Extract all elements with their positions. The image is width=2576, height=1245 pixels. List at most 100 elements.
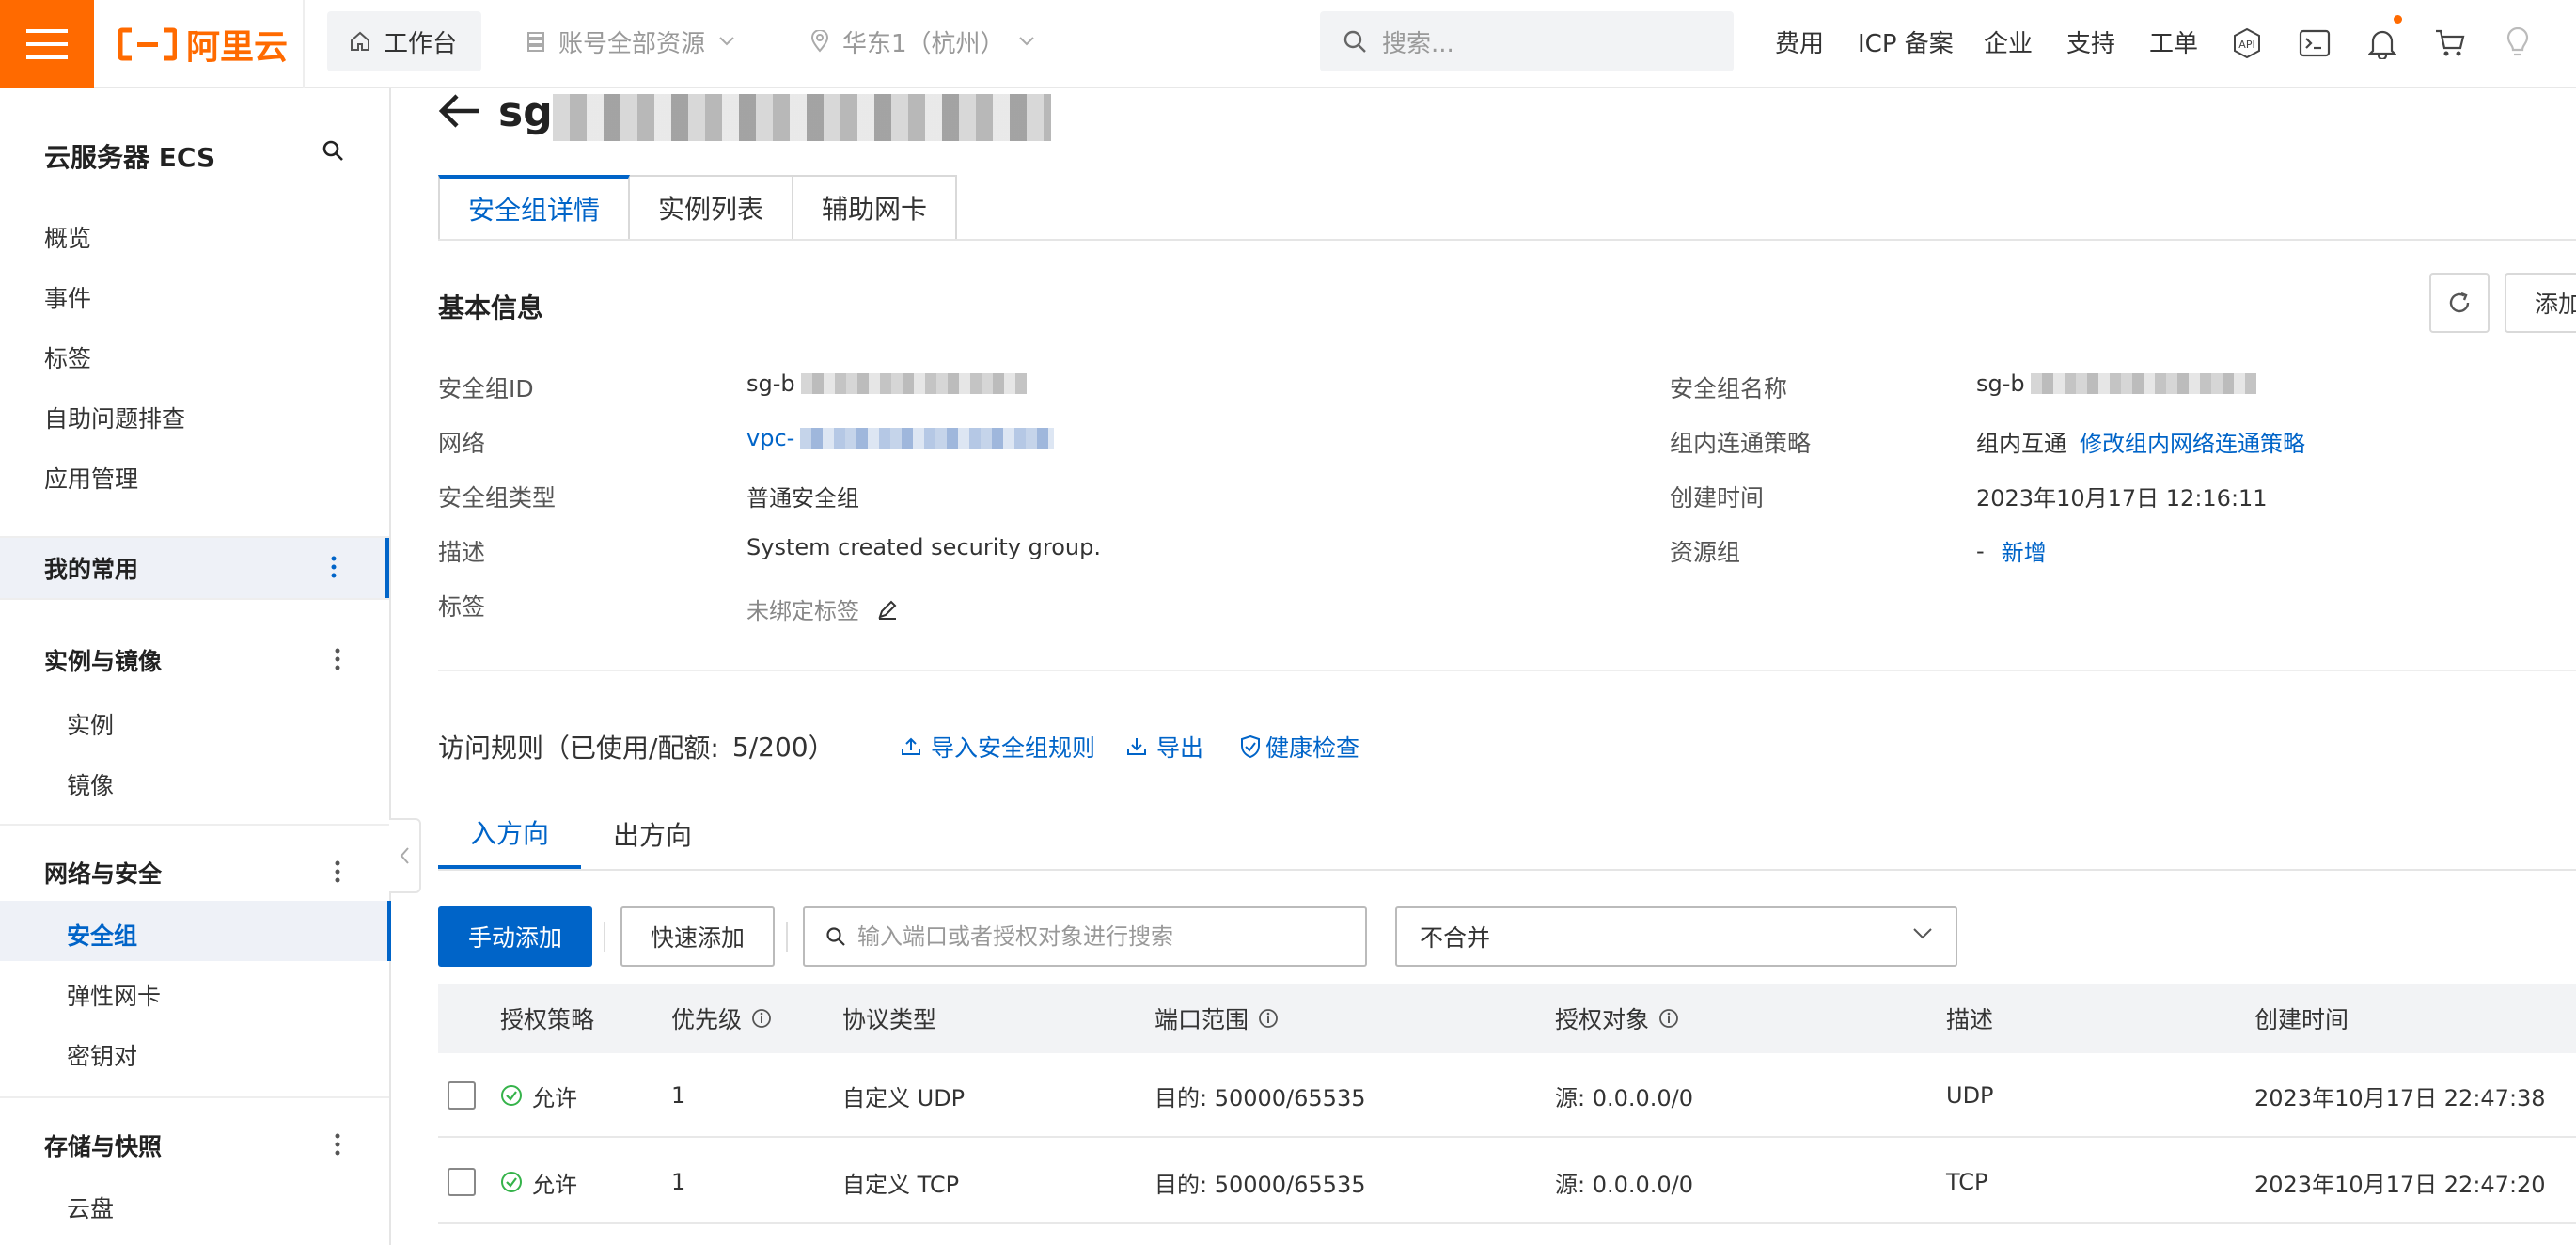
more-vertical-icon[interactable] [335,859,340,884]
search-icon [826,927,845,946]
import-rules-button[interactable]: 导入安全组规则 [901,728,1095,765]
table-row[interactable]: 允许 1 自定义 TCP 目的: 50000/65535 源: 0.0.0.0/… [438,1140,2576,1224]
sidebar-item-eni[interactable]: 弹性网卡 [67,978,161,1012]
sidebar-group-instances-images[interactable]: 实例与镜像 [0,630,389,690]
sidebar-item-overview[interactable]: 概览 [44,220,91,254]
sidebar-group-favorites[interactable]: 我的常用 [0,538,389,598]
top-link-billing[interactable]: 费用 [1775,0,1824,83]
column-header-label: 优先级 [671,1006,743,1033]
sidebar-item-troubleshoot[interactable]: 自助问题排查 [44,401,185,434]
info-label-created-time: 创建时间 [1670,484,1765,512]
back-arrow-icon[interactable] [436,92,481,130]
sidebar-item-disks[interactable]: 云盘 [67,1190,114,1224]
info-label-sg-name: 安全组名称 [1670,375,1788,402]
rule-search-input[interactable] [857,923,1346,950]
sidebar-item-key-pairs[interactable]: 密钥对 [67,1038,137,1072]
merge-select[interactable]: 不合并 [1395,906,1957,967]
logo-text: 阿里云 [186,28,289,67]
top-link-enterprise[interactable]: 企业 [1984,0,2033,83]
sidebar-item-app-management[interactable]: 应用管理 [44,461,138,495]
tabs-divider [438,239,2576,241]
policy-cell: 允许 [500,1053,577,1138]
column-header-policy: 授权策略 [500,984,594,1053]
menu-icon[interactable] [0,0,94,88]
rules-heading-text: 访问规则（已使用/配额: [438,733,719,764]
workbench-button[interactable]: 工作台 [327,11,481,71]
info-icon[interactable] [751,1008,772,1029]
quick-add-button[interactable]: 快速添加 [620,906,775,967]
region-dropdown[interactable]: 华东1（杭州） [810,11,1035,71]
sidebar-item-security-groups[interactable]: 安全组 [67,918,137,952]
row-checkbox[interactable] [448,1168,476,1196]
info-icon[interactable] [1258,1008,1279,1029]
add-resource-group-link[interactable]: 新增 [2002,534,2047,567]
column-header-label: 端口范围 [1154,1006,1249,1033]
protocol-cell: 自定义 TCP [842,1171,960,1198]
info-value-tags: 未绑定标签 [746,592,899,625]
export-button[interactable]: 导出 [1126,728,1203,765]
tab-inbound[interactable]: 入方向 [438,799,582,869]
info-label-description: 描述 [438,539,486,566]
priority-cell: 1 [671,1082,686,1109]
policy-cell: 允许 [500,1140,577,1224]
top-link-icp[interactable]: ICP 备案 [1858,0,1954,83]
health-check-button[interactable]: 健康检查 [1239,728,1359,765]
info-value-sg-id: sg-b [746,370,1027,397]
rule-search-box[interactable] [803,906,1367,967]
sidebar-group-network-security[interactable]: 网络与安全 [0,843,389,903]
cart-icon[interactable] [2431,24,2469,62]
sidebar-group-label: 网络与安全 [44,860,163,888]
vpc-link[interactable]: vpc- [746,425,794,451]
table-row[interactable]: 允许 1 自定义 UDP 目的: 50000/65535 源: 0.0.0.0/… [438,1053,2576,1138]
more-vertical-icon[interactable] [331,555,337,579]
redacted-text [800,428,1055,449]
top-link-support[interactable]: 支持 [2066,0,2115,83]
workbench-label: 工作台 [384,29,458,58]
sidebar-title: 云服务器 ECS [44,142,216,173]
sidebar-item-tags[interactable]: 标签 [44,340,91,374]
column-header-label: 描述 [1946,1006,1994,1033]
global-search-box[interactable]: 搜索... [1320,11,1734,71]
lightbulb-icon[interactable] [2499,24,2537,62]
region-label: 华东1（杭州） [842,29,1005,58]
sidebar-item-instances[interactable]: 实例 [67,707,114,741]
top-link-ticket[interactable]: 工单 [2149,0,2198,83]
port-range-cell: 目的: 50000/65535 [1154,1084,1366,1111]
export-label: 导出 [1156,734,1204,762]
refresh-button[interactable] [2429,273,2490,333]
bell-icon[interactable] [2364,24,2401,62]
tab-outbound[interactable]: 出方向 [581,799,724,869]
row-checkbox-cell [448,1053,476,1138]
info-value-network[interactable]: vpc- [746,425,1055,451]
tab-instance-list[interactable]: 实例列表 [630,175,794,241]
sidebar-group-label: 存储与快照 [44,1133,163,1160]
info-value-intra-group-policy: 组内互通 修改组内网络连通策略 [1976,425,2305,458]
tab-secondary-eni[interactable]: 辅助网卡 [793,175,958,241]
add-button[interactable]: 添加 [2505,273,2576,333]
sidebar-item-images[interactable]: 镜像 [67,767,114,801]
sidebar-search-icon[interactable] [322,139,344,162]
more-vertical-icon[interactable] [335,1132,340,1157]
sidebar: 云服务器 ECS 概览 事件 标签 自助问题排查 应用管理 我的常用 实例与镜像… [0,88,391,1245]
api-icon[interactable]: API [2228,24,2266,62]
more-vertical-icon[interactable] [335,647,340,671]
sidebar-item-events[interactable]: 事件 [44,280,91,314]
tab-security-group-detail[interactable]: 安全组详情 [438,175,631,241]
info-value-created-time: 2023年10月17日 12:16:11 [1976,485,2268,512]
top-bar: 阿里云 工作台 账号全部资源 华东1（杭州） 搜索... 费用 ICP 备案 企… [0,0,2576,88]
modify-intra-group-policy-link[interactable]: 修改组内网络连通策略 [2080,425,2305,458]
port-range-cell: 目的: 50000/65535 [1154,1171,1366,1198]
resource-scope-dropdown[interactable]: 账号全部资源 [526,11,735,71]
rules-quota: 5/200 [731,731,809,763]
sg-id-text: sg-b [746,370,795,397]
download-icon [1127,738,1146,755]
sidebar-group-storage-snapshots[interactable]: 存储与快照 [0,1115,389,1175]
refresh-icon [2449,292,2470,313]
terminal-icon[interactable] [2296,24,2333,62]
info-icon[interactable] [1658,1008,1679,1029]
row-checkbox[interactable] [448,1081,476,1110]
edit-icon[interactable] [876,598,899,621]
sg-name-text: sg-b [1976,370,2025,397]
manual-add-button[interactable]: 手动添加 [438,906,592,967]
aliyun-logo[interactable]: 阿里云 [118,19,288,70]
